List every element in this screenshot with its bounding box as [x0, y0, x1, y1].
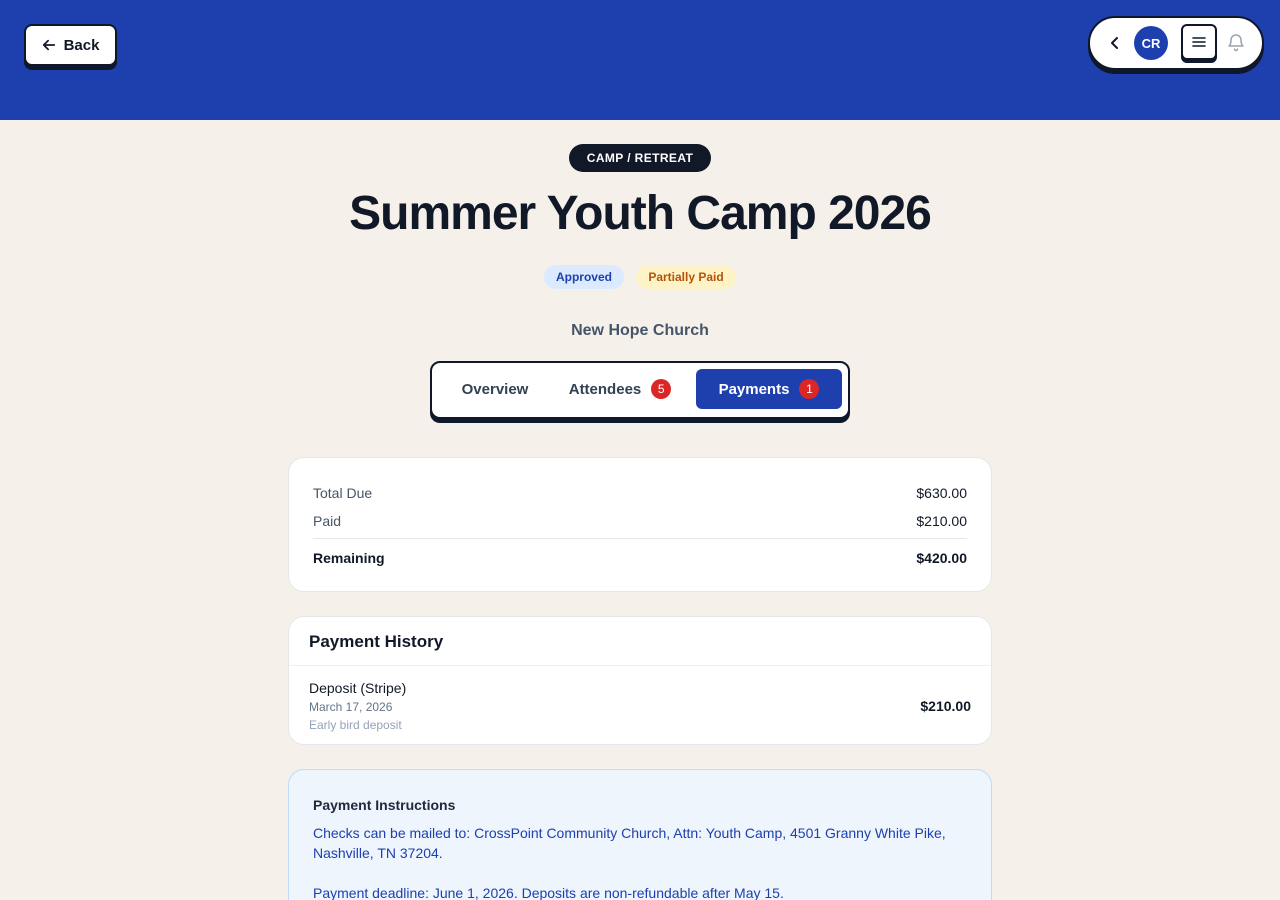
organization-name: New Hope Church: [571, 322, 709, 339]
paid-value: $210.00: [916, 513, 967, 529]
payment-summary-card: Total Due $630.00 Paid $210.00 Remaining…: [288, 457, 992, 592]
attendees-count-badge: 5: [651, 379, 672, 399]
top-header: Back CR: [0, 0, 1280, 120]
user-menu-pill: CR: [1088, 16, 1264, 70]
status-badge-approved: Approved: [544, 265, 624, 289]
status-badge-payment: Partially Paid: [636, 265, 736, 289]
paid-label: Paid: [313, 513, 342, 529]
tab-bar: Overview Attendees 5 Payments 1: [430, 361, 850, 419]
arrow-left-icon: [42, 39, 55, 51]
category-tag: CAMP / RETREAT: [569, 144, 711, 172]
payment-note: Early bird deposit: [309, 718, 402, 732]
hamburger-menu-icon: [1192, 37, 1206, 47]
payment-instructions-card: Payment Instructions Checks can be maile…: [288, 769, 992, 900]
page-title: Summer Youth Camp 2026: [349, 187, 932, 240]
history-divider: [289, 665, 991, 666]
tab-payments[interactable]: Payments 1: [696, 369, 842, 409]
tab-overview[interactable]: Overview: [440, 369, 550, 409]
payments-count-badge: 1: [799, 379, 820, 399]
payment-history-title: Payment History: [309, 632, 444, 651]
remaining-label: Remaining: [313, 550, 385, 566]
avatar[interactable]: CR: [1134, 26, 1168, 60]
total-due-label: Total Due: [313, 485, 373, 501]
tab-overview-label: Overview: [461, 380, 529, 398]
payment-date: March 17, 2026: [309, 700, 393, 714]
remaining-value: $420.00: [916, 550, 967, 566]
chevron-left-icon[interactable]: [1106, 34, 1124, 52]
total-due-value: $630.00: [916, 485, 967, 501]
paid-row: Paid $210.00: [313, 513, 967, 529]
back-button-label: Back: [63, 36, 100, 54]
mailing-instructions: Checks can be mailed to: CrossPoint Comm…: [313, 825, 946, 861]
tab-payments-label: Payments: [718, 380, 790, 398]
back-button[interactable]: Back: [24, 24, 117, 66]
avatar-initials: CR: [1141, 35, 1161, 51]
payment-history-card: Payment History Deposit (Stripe) March 1…: [288, 616, 992, 745]
payment-deadline: Payment deadline: June 1, 2026. Deposits…: [313, 885, 784, 900]
tab-attendees[interactable]: Attendees 5: [560, 369, 680, 409]
tab-attendees-label: Attendees: [568, 380, 642, 398]
menu-button[interactable]: [1181, 24, 1217, 60]
remaining-row: Remaining $420.00: [313, 550, 967, 566]
payment-instructions-title: Payment Instructions: [313, 797, 456, 813]
total-due-row: Total Due $630.00: [313, 485, 967, 501]
summary-divider: [313, 538, 967, 539]
payment-amount: $210.00: [920, 698, 971, 714]
bell-icon[interactable]: [1226, 32, 1246, 52]
payment-title: Deposit (Stripe): [309, 680, 407, 696]
